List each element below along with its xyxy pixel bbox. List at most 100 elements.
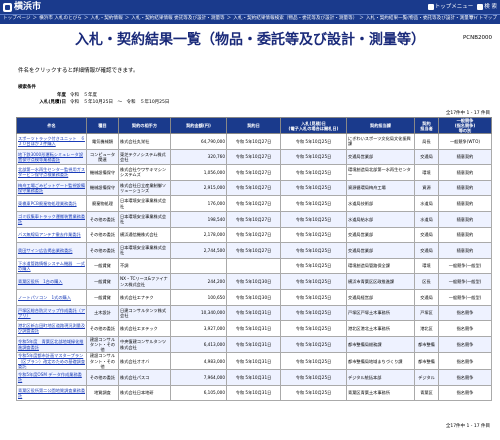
cell-bid-date: 令和 5年10月25日 [280, 179, 347, 197]
cell-contractor: 株式会社日本地研 [118, 384, 171, 402]
cell-contract-date: 令和 5年10月31日 [226, 384, 281, 402]
cell-department: 交通局営業部 [346, 148, 415, 166]
cell-contractor: 株式会社エヌテック [118, 320, 171, 337]
cell-bid-type: 一般競争(一般型) [438, 257, 492, 275]
condition-bid-date: 入札(見積)日 令和 ５年10月25日 ～ 令和 ５年10月25日 [30, 99, 169, 105]
breadcrumb-item[interactable]: 入札・契約結果情報検索（物品・委託等及び設計・測量等） [233, 15, 357, 23]
cell-bid-date: 令和 5年10月25日 [280, 288, 347, 306]
cell-contractor: 株式会社パスコ [118, 368, 171, 386]
cell-contractor: 横浜通信機株式会社 [118, 226, 171, 244]
cell-contractor: 株式会社日立産業制御ソリューションズ [118, 179, 171, 197]
contract-name-link[interactable]: バス無線局アンテナ撤去作業委託 [16, 226, 87, 244]
table-row: 青葉区役所第二公園地質調査業務委託 地質調査 株式会社日本地研 6,105,000 令和… [16, 384, 492, 402]
contract-name-link[interactable]: 地下鉄3000形運転シミュレータ設置保守点検等業務委託 [16, 148, 87, 166]
cell-amount: 2,178,000 [170, 226, 227, 244]
contract-name-link[interactable]: 青葉区役所第二公園地質調査業務委託 [16, 384, 87, 402]
cell-officer: 交通局 [414, 288, 439, 306]
sitemap-link[interactable]: サイトマップ [469, 15, 497, 23]
cell-contract-date: 令和 5年10月31日 [226, 304, 281, 322]
search-link[interactable]: 検 索 [477, 1, 497, 13]
home-icon [427, 4, 434, 10]
cell-officer: 環境 [414, 257, 439, 275]
breadcrumb-item[interactable]: 入札・契約情報 [91, 15, 123, 23]
contract-name-link[interactable]: 東橋東PCB廃棄物処理業務委託 [16, 195, 87, 212]
breadcrumb-item[interactable]: トップページ [3, 15, 30, 23]
contract-name-link[interactable]: 北部第一水再生センター監視用ガスタービン保守点検業務委託 [16, 164, 87, 181]
cell-bid-date: 令和 5年10月25日 [280, 384, 347, 402]
cell-category: 一般賃貸 [86, 257, 119, 275]
page-title: 入札・契約結果一覧（物品・委託等及び設計・測量等） [75, 32, 425, 48]
cell-bid-type: 指名競争 [438, 352, 492, 370]
cell-bid-date: 令和 5年10月25日 [280, 368, 347, 386]
cell-officer: 交通局 [414, 242, 439, 259]
contract-name-link[interactable]: ノートパソコン 1式の購入 [16, 288, 87, 306]
cell-bid-type: 指名競争 [438, 335, 492, 354]
table-row: 地下鉄3000形運転シミュレータ設置保守点検等業務委託 コンピュータ関連 東芝テクノ… [16, 148, 492, 166]
cell-category: 機械設備保守 [86, 179, 119, 197]
breadcrumb-item[interactable]: 入札・契約結果一覧(物品・委託等及び設計・測量等) [366, 15, 475, 23]
contract-name-link[interactable]: 梅舟工場ごみピットゲート監視設備保守業務委託 [16, 179, 87, 197]
breadcrumb: トップページ＞横浜市 入札のとびら＞入札・契約情報＞入札・契約結果情報 委託等及… [3, 15, 475, 23]
cell-amount: 1,056,000 [170, 164, 227, 181]
contract-name-link[interactable]: 戸塚区総合防災マップ作成委託（アプリ） [16, 304, 87, 322]
condition-value: 令和 ５年度 [70, 93, 97, 98]
cell-category: その他の委託 [86, 226, 119, 244]
table-row: 北部第一水再生センター監視用ガスタービン保守点検業務委託 機械設備保守 株式会社ウワ… [16, 164, 492, 181]
cell-contractor: 不調 [118, 257, 171, 275]
contract-name-link[interactable]: 青葉区役所 1台の購入 [16, 273, 87, 290]
cell-department: 戸塚区戸塚土木事務所 [346, 304, 415, 322]
top-menu-link[interactable]: トップメニュー [427, 1, 474, 13]
city-logo[interactable]: 横浜市 [3, 1, 41, 13]
cell-bid-date: 令和 5年10月25日 [280, 133, 347, 150]
contract-name-link[interactable]: 令和5年度都市計画マスタープラン（区プラン）改定のための基礎調査委託 [16, 352, 87, 370]
contract-name-link[interactable]: ゴミ収集車トラック運搬装置業務委託 [16, 210, 87, 228]
cell-contract-date: 令和 5年10月30日 [226, 288, 281, 306]
contract-name-link[interactable]: 奥田サイン広告掲出業務委託 [16, 242, 87, 259]
cell-bid-date: 令和 5年10月25日 [280, 210, 347, 228]
cell-contract-date [226, 257, 281, 275]
cell-officer: 港北区 [414, 320, 439, 337]
header-bar: 横浜市 トップメニュー 検 索 [0, 0, 500, 14]
cell-category: 建設コンサルタント・その他 [86, 335, 119, 354]
cell-officer: 戸塚区 [414, 304, 439, 322]
top-menu-label: トップメニュー [434, 4, 474, 10]
cell-contract-date: 令和 5年10月27日 [226, 210, 281, 228]
cell-bid-type: 随意契約 [438, 210, 492, 228]
cell-department: 環境創造局北部第一水再生センター [346, 164, 415, 181]
cell-department: 都市整備局地域まちづくり課 [346, 352, 415, 370]
cell-contract-date: 令和 5年10月27日 [226, 179, 281, 197]
cell-contract-date: 令和 5年10月27日 [226, 148, 281, 166]
breadcrumb-item[interactable]: 入札・契約結果情報 委託等及び設計・測量等 [131, 15, 224, 23]
cell-department: 港北区港北土木事務所 [346, 320, 415, 337]
cell-bid-type: 随意契約 [438, 148, 492, 166]
cell-amount: 176,000 [170, 195, 227, 212]
cell-bid-date: 令和 5年10月25日 [280, 335, 347, 354]
result-count-top: 全17件中 1 - 17 件目 [445, 111, 490, 116]
contract-name-link[interactable]: スポーツトラック付きユニット ６３０台ほか３件購入 [16, 133, 87, 150]
contract-name-link[interactable]: 令和5年度 青葉区北部地域緑化推進調査委託 [16, 335, 87, 354]
col-header-category: 種目 [86, 117, 119, 134]
cell-bid-date: 令和 5年10月25日 [280, 304, 347, 322]
cell-bid-type: 一般競争(一般型) [438, 288, 492, 306]
contract-name-link[interactable]: 令和5年度OSM データ作成業務委託 [16, 368, 87, 386]
cell-category: 一般賃貸 [86, 273, 119, 290]
cell-category: 建設コンサルタント・その他 [86, 352, 119, 370]
cell-department: 交通局営業部 [346, 242, 415, 259]
condition-value: 令和 ５年10月25日 ～ 令和 ５年10月25日 [70, 100, 170, 105]
contract-name-link[interactable]: 下水道管路情報システム機器 一式の購入 [16, 257, 87, 275]
cell-officer: 資源 [414, 179, 439, 197]
cell-bid-date: 令和 5年10月25日 [280, 226, 347, 244]
col-header-bid-type: 一般競争 (指名競争) 等の別 [438, 117, 492, 134]
breadcrumb-item[interactable]: 横浜市 入札のとびら [39, 15, 82, 23]
table-row: 東橋東PCB廃棄物処理業務委託 廃棄物処理 日本環境安全事業株式会社 176,000 令… [16, 195, 492, 212]
cell-amount: 3,927,000 [170, 320, 227, 337]
table-header-row: 件名 種目 契約の相手方 契約金額(円) 契約日 入札(見積)日 (電子入札の場合は開札日… [16, 117, 492, 134]
cell-contract-date: 令和 5年10月27日 [226, 164, 281, 181]
cell-contractor: 日本環境安全事業株式会社 [118, 242, 171, 259]
cell-bid-type: 指名競争 [438, 304, 492, 322]
contract-name-link[interactable]: 港北区新吉田町地区道路現況測量及び調査委託 [16, 320, 87, 337]
cell-department: 青葉区青葉土木事務所 [346, 384, 415, 402]
search-label: 検 索 [484, 4, 497, 10]
cell-bid-date: 令和 5年10月25日 [280, 273, 347, 290]
cell-department: 交通局営業部 [346, 226, 415, 244]
